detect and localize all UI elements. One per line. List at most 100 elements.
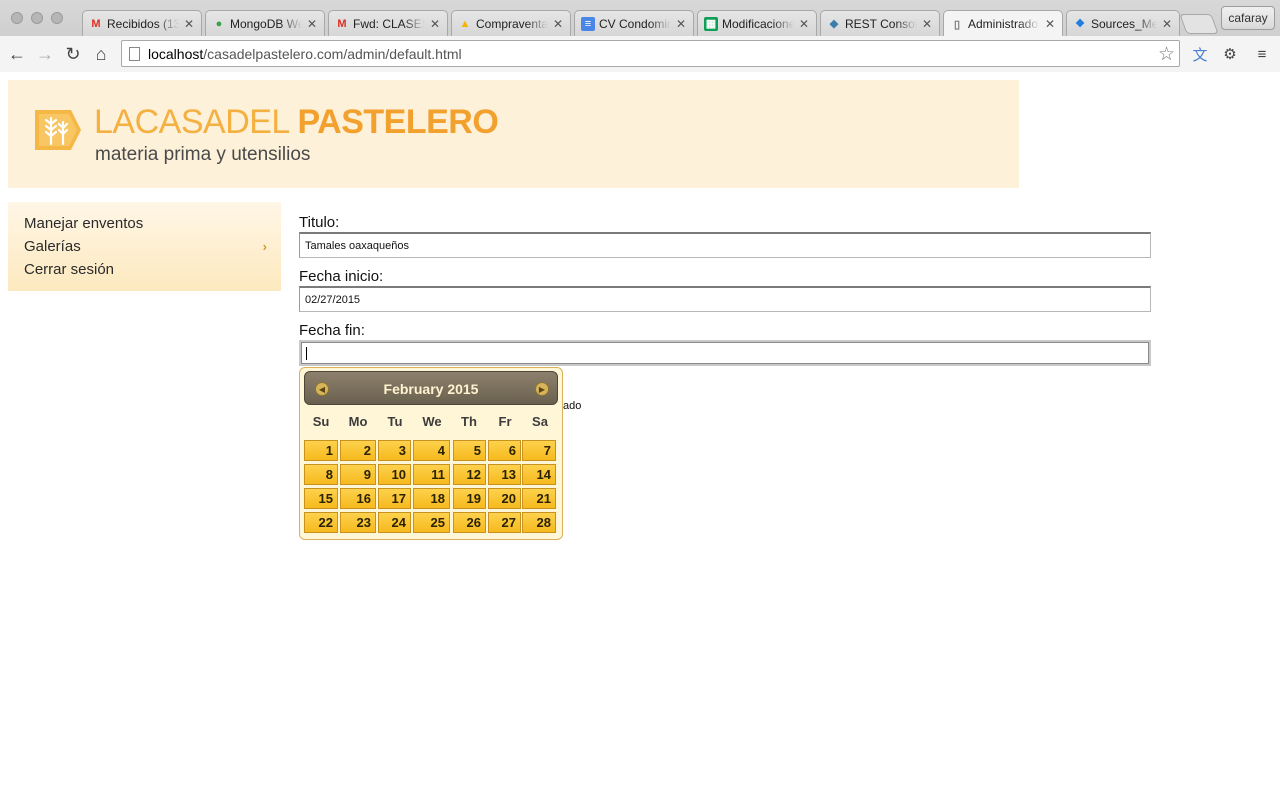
- browser-tab[interactable]: ◆ REST Consol ✕: [820, 10, 940, 36]
- datepicker-day[interactable]: 8: [304, 464, 338, 485]
- datepicker-day[interactable]: 20: [488, 488, 521, 509]
- titulo-input[interactable]: Tamales oaxaqueños: [299, 232, 1151, 258]
- tab-title: MongoDB We: [230, 16, 302, 31]
- weekday-header: Th: [461, 414, 477, 429]
- datepicker-day[interactable]: 28: [522, 512, 556, 533]
- minimize-window-button[interactable]: [31, 12, 43, 24]
- sidebar-item-manejar-eventos[interactable]: Manejar enventos: [8, 214, 281, 237]
- forward-arrow-icon[interactable]: →: [33, 42, 57, 66]
- sidebar-item-cerrar-sesion[interactable]: Cerrar sesión: [8, 260, 281, 283]
- brand-part-bold: PASTELERO: [297, 103, 499, 141]
- profile-button[interactable]: cafaray: [1221, 6, 1275, 30]
- datepicker-header: ◀ February 2015 ▶: [304, 371, 558, 405]
- rest-console-icon: ◆: [829, 18, 839, 30]
- browser-toolbar: ← → ↻ ⌂ localhost/casadelpastelero.com/a…: [0, 36, 1280, 72]
- browser-tab[interactable]: M Recibidos (13 ✕: [82, 10, 202, 36]
- datepicker-day[interactable]: 15: [304, 488, 338, 509]
- sidebar-item-label: Cerrar sesión: [24, 261, 115, 278]
- tab-strip: M Recibidos (13 ✕ ● MongoDB We ✕ M Fwd: …: [0, 0, 1280, 37]
- zoom-window-button[interactable]: [51, 12, 63, 24]
- fecha-fin-input[interactable]: [299, 340, 1151, 366]
- reload-icon[interactable]: ↻: [61, 42, 85, 66]
- datepicker-day[interactable]: 12: [453, 464, 486, 485]
- weekday-header: Fr: [498, 414, 512, 429]
- datepicker-day[interactable]: 27: [488, 512, 521, 533]
- site-header: LACASADEL PASTELERO materia prima y uten…: [8, 80, 1019, 188]
- fecha-inicio-value: 02/27/2015: [305, 293, 361, 306]
- sidebar-item-label: Galerías: [24, 238, 81, 255]
- new-tab-button[interactable]: [1179, 14, 1219, 34]
- dropbox-icon: ❖: [1075, 18, 1085, 30]
- close-tab-icon[interactable]: ✕: [921, 17, 933, 31]
- tab-title: Modificacione: [722, 16, 794, 31]
- datepicker-day[interactable]: 17: [378, 488, 411, 509]
- browser-tab[interactable]: ▲ Compraventa ✕: [451, 10, 571, 36]
- partially-hidden-text: ado: [563, 400, 582, 412]
- sidebar-item-galerias[interactable]: Galerías ›: [8, 237, 281, 260]
- browser-tab[interactable]: M Fwd: CLASES ✕: [328, 10, 448, 36]
- close-tab-icon[interactable]: ✕: [1044, 17, 1056, 31]
- datepicker-day[interactable]: 25: [413, 512, 450, 533]
- fecha-inicio-input[interactable]: 02/27/2015: [299, 286, 1151, 312]
- datepicker-day[interactable]: 23: [340, 512, 376, 533]
- browser-tab[interactable]: ≡ CV Condomin ✕: [574, 10, 694, 36]
- datepicker-day[interactable]: 22: [304, 512, 338, 533]
- datepicker-day[interactable]: 13: [488, 464, 521, 485]
- datepicker-day[interactable]: 10: [378, 464, 411, 485]
- text-caret: [306, 346, 307, 360]
- datepicker-day[interactable]: 26: [453, 512, 486, 533]
- close-tab-icon[interactable]: ✕: [183, 17, 195, 31]
- datepicker-day[interactable]: 14: [522, 464, 556, 485]
- datepicker-popup: ◀ February 2015 ▶ Su Mo Tu We Th Fr Sa 1…: [299, 367, 563, 540]
- browser-tab[interactable]: ❖ Sources_Med ✕: [1066, 10, 1180, 36]
- datepicker-day[interactable]: 11: [413, 464, 450, 485]
- brand-part: CASA: [134, 103, 226, 141]
- fecha-inicio-label: Fecha inicio:: [299, 268, 384, 285]
- brand-part: DEL: [225, 103, 289, 141]
- close-tab-icon[interactable]: ✕: [429, 17, 441, 31]
- datepicker-day[interactable]: 4: [413, 440, 450, 461]
- brand-part: LA: [94, 103, 135, 141]
- close-tab-icon[interactable]: ✕: [798, 17, 810, 31]
- datepicker-day[interactable]: 5: [453, 440, 486, 461]
- datepicker-day[interactable]: 3: [378, 440, 411, 461]
- datepicker-day[interactable]: 24: [378, 512, 411, 533]
- extension-icon[interactable]: ⚙: [1220, 44, 1240, 64]
- next-month-icon[interactable]: ▶: [535, 382, 549, 396]
- url-path: /casadelpastelero.com/admin/default.html: [203, 45, 462, 62]
- datepicker-day[interactable]: 18: [413, 488, 450, 509]
- datepicker-day[interactable]: 7: [522, 440, 556, 461]
- close-tab-icon[interactable]: ✕: [1161, 17, 1173, 31]
- tab-title: Fwd: CLASES: [353, 16, 425, 31]
- close-tab-icon[interactable]: ✕: [552, 17, 564, 31]
- event-form: Titulo: Tamales oaxaqueños Fecha inicio:…: [299, 214, 1159, 412]
- page-icon: ▯: [953, 18, 961, 31]
- datepicker-day[interactable]: 21: [522, 488, 556, 509]
- datepicker-day[interactable]: 19: [453, 488, 486, 509]
- brand-name: LACASADEL PASTELERO: [94, 102, 499, 142]
- weekday-header: Tu: [387, 414, 403, 429]
- datepicker-day[interactable]: 16: [340, 488, 376, 509]
- browser-tab[interactable]: ▦ Modificacione ✕: [697, 10, 817, 36]
- browser-tab-active[interactable]: ▯ Administrado ✕: [943, 10, 1063, 37]
- google-drive-icon: ▲: [459, 17, 471, 30]
- titulo-value: Tamales oaxaqueños: [305, 239, 409, 252]
- gmail-icon: M: [337, 17, 347, 30]
- bookmark-star-icon[interactable]: ☆: [1158, 43, 1175, 66]
- browser-tab[interactable]: ● MongoDB We ✕: [205, 10, 325, 36]
- weekday-header: Mo: [348, 414, 368, 429]
- datepicker-day[interactable]: 1: [304, 440, 338, 461]
- translate-icon[interactable]: 文: [1190, 44, 1210, 64]
- google-docs-icon: ≡: [581, 16, 595, 31]
- address-bar[interactable]: localhost/casadelpastelero.com/admin/def…: [121, 40, 1180, 67]
- back-arrow-icon[interactable]: ←: [5, 42, 29, 66]
- datepicker-day[interactable]: 6: [488, 440, 521, 461]
- close-window-button[interactable]: [11, 12, 23, 24]
- datepicker-day[interactable]: 2: [340, 440, 376, 461]
- close-tab-icon[interactable]: ✕: [675, 17, 687, 31]
- home-icon[interactable]: ⌂: [89, 42, 113, 66]
- datepicker-day[interactable]: 9: [340, 464, 376, 485]
- close-tab-icon[interactable]: ✕: [306, 17, 318, 31]
- tab-title: Recibidos (13: [107, 16, 179, 31]
- menu-icon[interactable]: ≡: [1252, 44, 1272, 64]
